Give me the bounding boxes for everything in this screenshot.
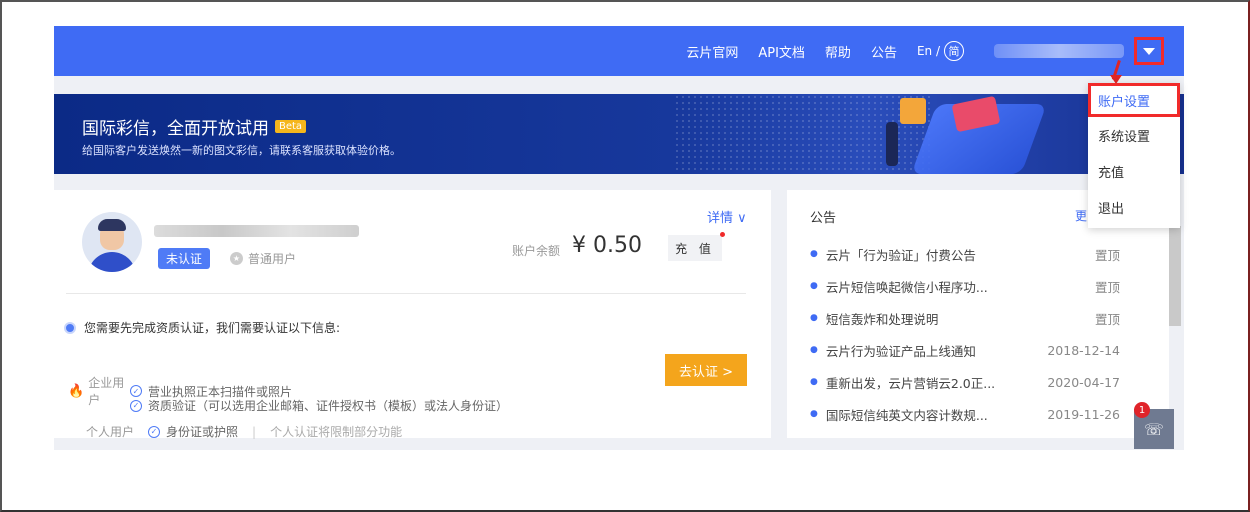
- nav-link-announcements[interactable]: 公告: [871, 42, 897, 61]
- top-nav: 云片官网 API文档 帮助 公告 En / 简: [686, 26, 1184, 76]
- recharge-button[interactable]: 充 值: [668, 235, 722, 261]
- user-type: ★ 普通用户: [230, 250, 296, 267]
- enterprise-label: 🔥 企业用户: [68, 376, 125, 407]
- divider: [66, 293, 746, 294]
- nav-link-api-docs[interactable]: API文档: [758, 42, 805, 61]
- caret-down-icon: [1143, 47, 1155, 55]
- verification-notice-text: 您需要先完成资质认证，我们需要认证以下信息:: [84, 321, 341, 335]
- enterprise-requirement-2: 资质验证（可以选用企业邮箱、证件授权书（模板）或法人身份证）: [148, 399, 509, 413]
- status-badge: 未认证: [158, 248, 211, 269]
- banner-title: 国际彩信，全面开放试用 Beta: [82, 114, 307, 139]
- user-level-icon: ★: [230, 252, 243, 265]
- lang-en[interactable]: En /: [917, 44, 940, 58]
- personal-requirement: 身份证或护照: [166, 425, 239, 439]
- menu-item-logout[interactable]: 退出: [1088, 189, 1180, 225]
- announcement-item[interactable]: ● 短信轰炸和处理说明 置顶: [810, 302, 1120, 334]
- announcements-more-link[interactable]: 更: [1075, 207, 1087, 224]
- console-app: 云片官网 API文档 帮助 公告 En / 简 国际彩信，全面开放试用 Beta…: [54, 26, 1184, 450]
- fab-count-badge: 1: [1134, 402, 1150, 418]
- beta-badge: Beta: [275, 120, 307, 133]
- check-circle-icon: ✓: [130, 385, 142, 397]
- balance-label: 账户余额: [512, 244, 561, 258]
- account-card: 未认证 ★ 普通用户 详情 ∨ 账户余额 ¥ 0.50 充 值 您需要先完成资质…: [54, 190, 771, 440]
- info-dot-icon: [64, 321, 76, 334]
- check-circle-icon: ✓: [148, 425, 160, 438]
- menu-item-account-settings[interactable]: 账户设置: [1088, 83, 1180, 117]
- user-dropdown-menu: 账户设置 系统设置 充值 退出: [1088, 83, 1180, 228]
- top-navbar: 云片官网 API文档 帮助 公告 En / 简: [54, 26, 1184, 76]
- fire-icon: 🔥: [68, 383, 85, 399]
- user-type-label: 普通用户: [248, 252, 297, 266]
- announcements-list: ● 云片「行为验证」付费公告 置顶 ● 云片短信唤起微信小程序功... 置顶 ● 短信轰炸…: [810, 238, 1120, 430]
- menu-item-system-settings[interactable]: 系统设置: [1088, 117, 1180, 153]
- promo-banner[interactable]: 国际彩信，全面开放试用 Beta 给国际客户发送焕然一新的图文彩信，请联系客服获…: [54, 94, 1184, 174]
- announcement-item[interactable]: ● 国际短信纯英文内容计数规... 2019-11-26: [810, 398, 1120, 430]
- scrollbar[interactable]: [1169, 226, 1181, 326]
- announcement-item[interactable]: ● 云片「行为验证」付费公告 置顶: [810, 238, 1120, 270]
- account-name-blurred: [154, 225, 359, 237]
- go-verify-button[interactable]: 去认证 >: [665, 354, 747, 386]
- personal-label: 个人用户: [86, 425, 135, 439]
- announcements-title: 公告: [810, 211, 837, 226]
- avatar: [82, 212, 142, 272]
- chat-bubble-illustration: [900, 98, 926, 124]
- details-link[interactable]: 详情 ∨: [707, 207, 747, 226]
- banner-title-text: 国际彩信，全面开放试用: [82, 119, 269, 139]
- phone-icon: ☏: [1143, 419, 1164, 439]
- lang-zh[interactable]: 简: [944, 41, 964, 61]
- nav-link-official-site[interactable]: 云片官网: [686, 42, 738, 61]
- enterprise-row-2: ✓ 资质验证（可以选用企业邮箱、证件授权书（模板）或法人身份证）: [130, 397, 508, 414]
- announcement-item[interactable]: ● 云片短信唤起微信小程序功... 置顶: [810, 270, 1120, 302]
- announcement-item[interactable]: ● 云片行为验证产品上线通知 2018-12-14: [810, 334, 1120, 366]
- announcement-item[interactable]: ● 重新出发，云片营销云2.0正... 2020-04-17: [810, 366, 1120, 398]
- banner-subtitle: 给国际客户发送焕然一新的图文彩信，请联系客服获取体验价格。: [82, 144, 401, 157]
- verification-notice: 您需要先完成资质认证，我们需要认证以下信息:: [64, 319, 340, 336]
- notification-dot: [720, 232, 725, 237]
- nav-link-help[interactable]: 帮助: [825, 42, 851, 61]
- language-switch[interactable]: En / 简: [917, 41, 964, 61]
- personal-row: 个人用户 ✓ 身份证或护照 | 个人认证将限制部分功能: [86, 423, 402, 440]
- person-illustration: [886, 122, 898, 166]
- user-menu-toggle[interactable]: [1134, 37, 1164, 65]
- check-circle-icon: ✓: [130, 399, 142, 412]
- username-blurred[interactable]: [994, 44, 1124, 58]
- menu-item-recharge[interactable]: 充值: [1088, 153, 1180, 189]
- separator: |: [252, 424, 257, 439]
- personal-note: 个人认证将限制部分功能: [270, 425, 403, 439]
- balance-value: ¥ 0.50: [572, 233, 642, 258]
